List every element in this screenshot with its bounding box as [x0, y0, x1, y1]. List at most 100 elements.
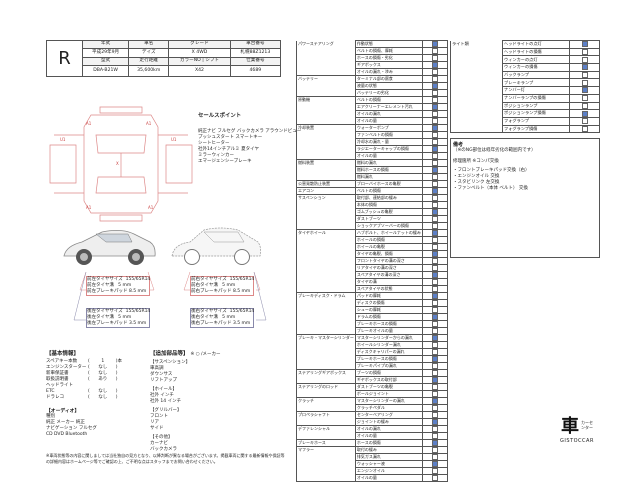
- checklist-item: ウォッシャー液: [354, 460, 423, 468]
- checklist-result: [569, 63, 600, 72]
- checklist-category: デファレンシャル: [296, 425, 356, 433]
- checklist-category: 公害発散防止装置: [296, 180, 356, 188]
- checklist-result: [421, 68, 449, 76]
- checklist-item: スペアタイヤの溝の深さ: [354, 271, 423, 279]
- checklist-row: スペアタイヤの溝の深さ: [296, 271, 449, 279]
- checklist-result: [569, 93, 600, 103]
- check-box-icon: [431, 216, 438, 222]
- checklist-category: [296, 61, 356, 69]
- audio-line: CD DVD Bluetooth: [46, 432, 88, 437]
- checklist-row: デファレンシャル オイルの漏れ: [296, 425, 449, 433]
- check-box-icon: [581, 56, 588, 63]
- checklist-row: 液量の状態: [296, 82, 449, 90]
- checklist-category: サスペンション: [296, 194, 356, 202]
- check-box-icon: [431, 342, 438, 348]
- checklist-row: ブレーキパイプの漏れ: [296, 362, 449, 370]
- checklist-row: エアクリーナーエレメント汚れ: [296, 103, 449, 111]
- check-box-icon: [431, 272, 438, 278]
- check-box-icon: [431, 279, 438, 285]
- checklist-row: ボールジョイント: [296, 390, 449, 398]
- checklist-row: ブレーキホース ホースの損傷: [296, 439, 449, 447]
- checklist-category: [296, 152, 356, 160]
- checklist-row: パワーステアリング 作動状態: [296, 40, 449, 48]
- checklist-category: [296, 474, 356, 482]
- check-box-icon: [431, 321, 438, 327]
- check-box-icon: [431, 356, 438, 362]
- check-box-icon: [431, 97, 438, 103]
- extra-parts-title: 【追加部品等】 ※ ○ /メーカー: [150, 351, 221, 357]
- checklist-result: [421, 278, 449, 286]
- checklist-row: プロペラシャフト センターベアリング: [296, 411, 449, 419]
- checklist-row: オイルの量: [296, 474, 449, 482]
- model-code: DBA-B21W: [81, 65, 130, 77]
- checklist-result: [421, 47, 449, 55]
- check-box-icon: [431, 454, 438, 460]
- checklist-row: 冷却装置 ウォーターポンプ: [296, 124, 449, 132]
- checklist-item: バックランプ: [502, 70, 570, 80]
- svg-text:A1: A1: [146, 121, 152, 126]
- checklist-item: ラジエーターキャップの損傷: [354, 145, 423, 153]
- checklist-result: [421, 334, 449, 342]
- check-box-icon: [581, 49, 588, 55]
- check-box-icon: [581, 64, 588, 71]
- name-label: 車名: [128, 40, 170, 49]
- checklist-item: リアタイヤの溝の深さ: [354, 264, 423, 272]
- checklist-row: ブレーキホースの損傷: [296, 355, 449, 363]
- checklist-row: 本体の損傷: [296, 201, 449, 209]
- checklist-row: ブレーキホースの損傷: [296, 320, 449, 328]
- checklist-result: [421, 439, 449, 447]
- checklist-row: ブレーキオイルの量: [296, 327, 449, 335]
- checklist-item: オイルの量: [354, 117, 423, 125]
- remarks-sub: 修理箇所 ※コンパ交換: [453, 159, 499, 164]
- check-box-icon: [431, 391, 438, 397]
- checklist-row: オイルの量: [296, 432, 449, 440]
- checklist-row: 燃料漏れ: [296, 173, 449, 181]
- checklist-row: バックランプ: [450, 70, 600, 80]
- checklist-item: フロントタイヤの溝の深さ: [354, 257, 423, 265]
- grade-cell: R: [46, 40, 83, 77]
- inspection-checklist-right: ライト類 ヘッドライトの点灯 ヘッドライトの損傷 ウィンカーの点灯 ウィンカーの損傷 バッ…: [450, 40, 600, 134]
- checklist-item: フォグランプ損傷: [502, 124, 570, 134]
- checklist-result: [569, 78, 600, 88]
- checklist-result: [421, 243, 449, 251]
- checklist-item: バッテリーの劣化: [354, 89, 423, 97]
- checklist-category: [296, 376, 356, 384]
- checklist-category: [296, 201, 356, 209]
- checklist-item: 液量の状態: [354, 82, 423, 90]
- check-box-icon: [431, 384, 438, 390]
- checklist-category: [296, 264, 356, 272]
- check-box-icon: [431, 69, 438, 75]
- checklist-category: [450, 86, 503, 95]
- basic-info: 【基本情報】 スペアキー本数(1)本 エンジンスターター(なし) 新車保証書(な…: [46, 349, 146, 438]
- checklist-category: [296, 355, 356, 363]
- checklist-row: ナンバーランプの損傷: [450, 93, 600, 103]
- checklist-category: 冷却装置: [296, 124, 356, 132]
- checklist-item: ホースの損傷・劣化: [354, 54, 423, 62]
- checklist-item: オイルの漏れ: [354, 110, 423, 118]
- checklist-item: フォグランプ: [502, 116, 570, 126]
- inspection-checklist-left: パワーステアリング 作動状態 ベルトの損傷、摩耗 ホースの損傷・劣化 ギアボックス オイル…: [296, 40, 449, 482]
- logo-brand: GISTOCCAR: [560, 438, 594, 444]
- check-box-icon: [431, 48, 438, 54]
- checklist-item: ナンバーランプの損傷: [502, 93, 570, 103]
- checklist-category: [296, 278, 356, 286]
- checklist-item: オイルの漏れ: [354, 425, 423, 433]
- check-box-icon: [431, 419, 438, 425]
- checklist-category: [296, 313, 356, 321]
- checklist-result: [421, 229, 449, 237]
- check-box-icon: [581, 110, 588, 117]
- color-shift-labels: カラーNO | シフト: [168, 57, 231, 66]
- checklist-result: [421, 222, 449, 230]
- checklist-result: [421, 250, 449, 258]
- checklist-item: ホイールシリンダー漏れ: [354, 341, 423, 349]
- checklist-result: [421, 474, 449, 482]
- checklist-result: [421, 75, 449, 83]
- checklist-row: スペアタイヤの状態: [296, 285, 449, 293]
- checklist-item: クラッチペダル: [354, 404, 423, 412]
- footnote: ※車両状態等の内容に関しましては当社独自の見方となり、以降判断が異なる場合がござ…: [46, 453, 285, 464]
- checklist-result: [421, 236, 449, 244]
- checklist-category: [296, 404, 356, 412]
- checklist-result: [421, 285, 449, 293]
- checklist-row: ギヤボックスの取付部: [296, 376, 449, 384]
- checklist-row: ナンバー灯: [450, 86, 600, 95]
